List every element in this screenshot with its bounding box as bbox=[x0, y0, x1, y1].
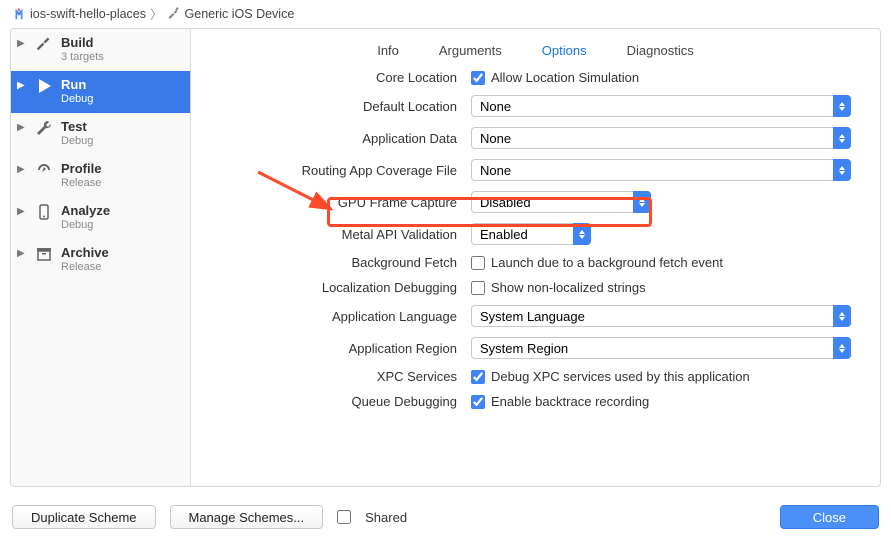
duplicate-scheme-button[interactable]: Duplicate Scheme bbox=[12, 505, 156, 529]
breadcrumb: ios-swift-hello-places 〉 Generic iOS Dev… bbox=[0, 0, 891, 29]
app-lang-label: Application Language bbox=[211, 309, 471, 324]
sidebar-item-label: Run bbox=[61, 77, 93, 93]
sidebar-item-test[interactable]: ▶ TestDebug bbox=[11, 113, 190, 155]
disclosure-icon: ▶ bbox=[17, 161, 27, 175]
gpu-frame-capture-label: GPU Frame Capture bbox=[211, 195, 471, 210]
queue-checkbox[interactable] bbox=[471, 395, 485, 409]
sidebar-item-sub: Release bbox=[61, 261, 109, 275]
disclosure-icon: ▶ bbox=[17, 77, 27, 91]
manage-schemes-button[interactable]: Manage Schemes... bbox=[170, 505, 324, 529]
sidebar-item-label: Test bbox=[61, 119, 93, 135]
metal-label: Metal API Validation bbox=[211, 227, 471, 242]
bg-fetch-checkbox[interactable] bbox=[471, 256, 485, 270]
tab-arguments[interactable]: Arguments bbox=[439, 43, 502, 58]
tab-bar: Info Arguments Options Diagnostics bbox=[211, 37, 860, 70]
sidebar-item-sub: Debug bbox=[61, 93, 93, 107]
bottom-bar: Duplicate Scheme Manage Schemes... Share… bbox=[12, 505, 879, 529]
sidebar-item-build[interactable]: ▶ Build3 targets bbox=[11, 29, 190, 71]
play-icon bbox=[33, 77, 55, 95]
allow-location-checkbox[interactable] bbox=[471, 71, 485, 85]
project-icon bbox=[12, 7, 26, 21]
app-region-select[interactable]: System Region bbox=[471, 337, 851, 359]
disclosure-icon: ▶ bbox=[17, 245, 27, 259]
breadcrumb-target[interactable]: Generic iOS Device bbox=[185, 7, 295, 21]
wrench-icon bbox=[33, 119, 55, 137]
sidebar-item-sub: 3 targets bbox=[61, 51, 104, 65]
xpc-text: Debug XPC services used by this applicat… bbox=[491, 369, 750, 384]
sidebar: ▶ Build3 targets ▶ RunDebug ▶ TestDebug … bbox=[11, 29, 191, 486]
app-region-label: Application Region bbox=[211, 341, 471, 356]
disclosure-icon: ▶ bbox=[17, 35, 27, 49]
device-icon bbox=[33, 203, 55, 221]
disclosure-icon: ▶ bbox=[17, 119, 27, 133]
sidebar-item-profile[interactable]: ▶ ProfileRelease bbox=[11, 155, 190, 197]
archive-icon bbox=[33, 245, 55, 263]
disclosure-icon: ▶ bbox=[17, 203, 27, 217]
sidebar-item-analyze[interactable]: ▶ AnalyzeDebug bbox=[11, 197, 190, 239]
queue-label: Queue Debugging bbox=[211, 394, 471, 409]
app-data-label: Application Data bbox=[211, 131, 471, 146]
sidebar-item-sub: Release bbox=[61, 177, 101, 191]
default-location-select[interactable]: None bbox=[471, 95, 851, 117]
bg-fetch-label: Background Fetch bbox=[211, 255, 471, 270]
sidebar-item-archive[interactable]: ▶ ArchiveRelease bbox=[11, 239, 190, 281]
loc-debug-checkbox[interactable] bbox=[471, 281, 485, 295]
content: Info Arguments Options Diagnostics Core … bbox=[191, 29, 880, 486]
shared-label: Shared bbox=[365, 510, 407, 525]
allow-location-label: Allow Location Simulation bbox=[491, 70, 639, 85]
sidebar-item-label: Build bbox=[61, 35, 104, 51]
hammer-icon bbox=[33, 35, 55, 53]
core-location-label: Core Location bbox=[211, 70, 471, 85]
bg-fetch-text: Launch due to a background fetch event bbox=[491, 255, 723, 270]
xpc-label: XPC Services bbox=[211, 369, 471, 384]
sidebar-item-sub: Debug bbox=[61, 135, 93, 149]
tab-info[interactable]: Info bbox=[377, 43, 399, 58]
sidebar-item-label: Archive bbox=[61, 245, 109, 261]
main-panel: ▶ Build3 targets ▶ RunDebug ▶ TestDebug … bbox=[10, 28, 881, 487]
sidebar-item-run[interactable]: ▶ RunDebug bbox=[11, 71, 190, 113]
default-location-label: Default Location bbox=[211, 99, 471, 114]
loc-debug-text: Show non-localized strings bbox=[491, 280, 646, 295]
close-button[interactable]: Close bbox=[780, 505, 879, 529]
xpc-checkbox[interactable] bbox=[471, 370, 485, 384]
tab-diagnostics[interactable]: Diagnostics bbox=[627, 43, 694, 58]
app-lang-select[interactable]: System Language bbox=[471, 305, 851, 327]
queue-text: Enable backtrace recording bbox=[491, 394, 649, 409]
routing-select[interactable]: None bbox=[471, 159, 851, 181]
gauge-icon bbox=[33, 161, 55, 179]
routing-label: Routing App Coverage File bbox=[211, 163, 471, 178]
breadcrumb-project[interactable]: ios-swift-hello-places bbox=[30, 7, 146, 21]
chevron-right-icon: 〉 bbox=[150, 4, 163, 23]
sidebar-item-label: Analyze bbox=[61, 203, 110, 219]
sidebar-item-sub: Debug bbox=[61, 219, 110, 233]
metal-validation-select[interactable]: Enabled bbox=[471, 223, 591, 245]
shared-checkbox[interactable] bbox=[337, 510, 351, 524]
gpu-frame-capture-select[interactable]: Disabled bbox=[471, 191, 651, 213]
hammer-icon bbox=[167, 7, 181, 21]
sidebar-item-label: Profile bbox=[61, 161, 101, 177]
app-data-select[interactable]: None bbox=[471, 127, 851, 149]
loc-debug-label: Localization Debugging bbox=[211, 280, 471, 295]
tab-options[interactable]: Options bbox=[542, 43, 587, 58]
